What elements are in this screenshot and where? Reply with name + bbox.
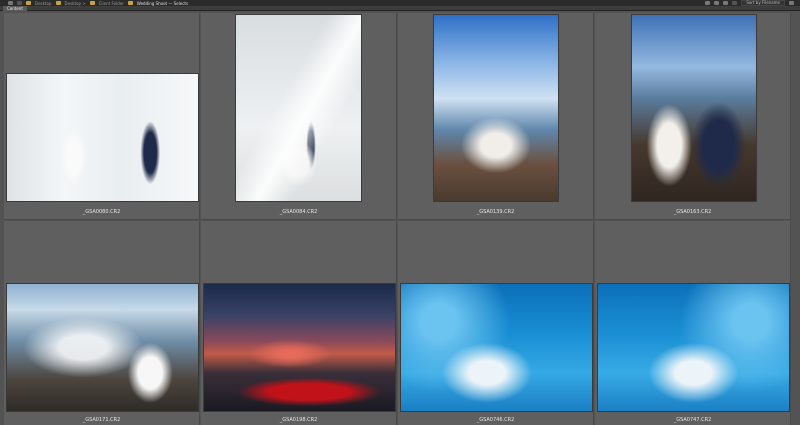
- breadcrumb-item-0[interactable]: Desktop: [35, 1, 52, 6]
- panel-tabs: Content: [0, 6, 800, 11]
- tab-content[interactable]: Content: [3, 6, 27, 11]
- photo-thumbnail[interactable]: [597, 283, 790, 412]
- folder-icon: [127, 1, 133, 5]
- thumbnail-cell[interactable]: _GSA0163.CR2: [595, 13, 791, 220]
- thumbnail-filename: _GSA0746.CR2: [476, 417, 515, 423]
- thumbnail-filename: _GSA0171.CR2: [82, 417, 121, 423]
- photo-thumbnail[interactable]: [631, 14, 757, 202]
- photo-thumbnail[interactable]: [203, 283, 396, 412]
- photo-thumbnail[interactable]: [235, 14, 362, 202]
- back-icon[interactable]: [8, 1, 13, 5]
- photo-thumbnail[interactable]: [6, 73, 199, 202]
- thumbnail-cell[interactable]: _GSA0084.CR2: [201, 13, 397, 220]
- photo-thumbnail[interactable]: [400, 283, 593, 412]
- thumbnail-cell[interactable]: _GSA0747.CR2: [595, 221, 791, 425]
- delete-icon[interactable]: [732, 1, 738, 5]
- breadcrumb-item-2[interactable]: Client Folder: [99, 1, 124, 6]
- thumbnail-filename: _GSA0747.CR2: [673, 417, 712, 423]
- sort-direction-icon[interactable]: [789, 1, 794, 5]
- folder-icon: [55, 1, 61, 5]
- folder-icon: [89, 1, 95, 5]
- thumbnail-cell[interactable]: _GSA0198.CR2: [201, 221, 397, 425]
- thumbnail-cell[interactable]: _GSA0171.CR2: [4, 221, 200, 425]
- folder-icon: [26, 1, 31, 5]
- rotate-left-icon[interactable]: [714, 1, 720, 5]
- thumbnail-cell[interactable]: _GSA0139.CR2: [398, 13, 594, 220]
- thumbnail-cell[interactable]: _GSA0746.CR2: [398, 221, 594, 425]
- rotate-right-icon[interactable]: [723, 1, 729, 5]
- content-grid: _GSA0080.CR2 _GSA0084.CR2 _GSA0139.CR2 _…: [4, 13, 796, 425]
- breadcrumb-item-1[interactable]: Desktop >: [65, 1, 86, 6]
- photo-thumbnail[interactable]: [6, 283, 199, 412]
- thumbnail-filename: _GSA0084.CR2: [279, 209, 318, 215]
- thumbnail-filename: _GSA0139.CR2: [476, 209, 515, 215]
- thumbnail-cell[interactable]: _GSA0080.CR2: [4, 13, 200, 220]
- thumbnail-filename: _GSA0198.CR2: [279, 417, 318, 423]
- forward-icon[interactable]: [17, 1, 22, 5]
- thumbnail-filename: _GSA0080.CR2: [82, 209, 121, 215]
- breadcrumb-item-current[interactable]: Wedding Shoot — Selects: [137, 1, 188, 6]
- star-filter-icon[interactable]: [705, 1, 711, 5]
- photo-thumbnail[interactable]: [433, 14, 559, 202]
- thumbnail-filename: _GSA0163.CR2: [673, 209, 712, 215]
